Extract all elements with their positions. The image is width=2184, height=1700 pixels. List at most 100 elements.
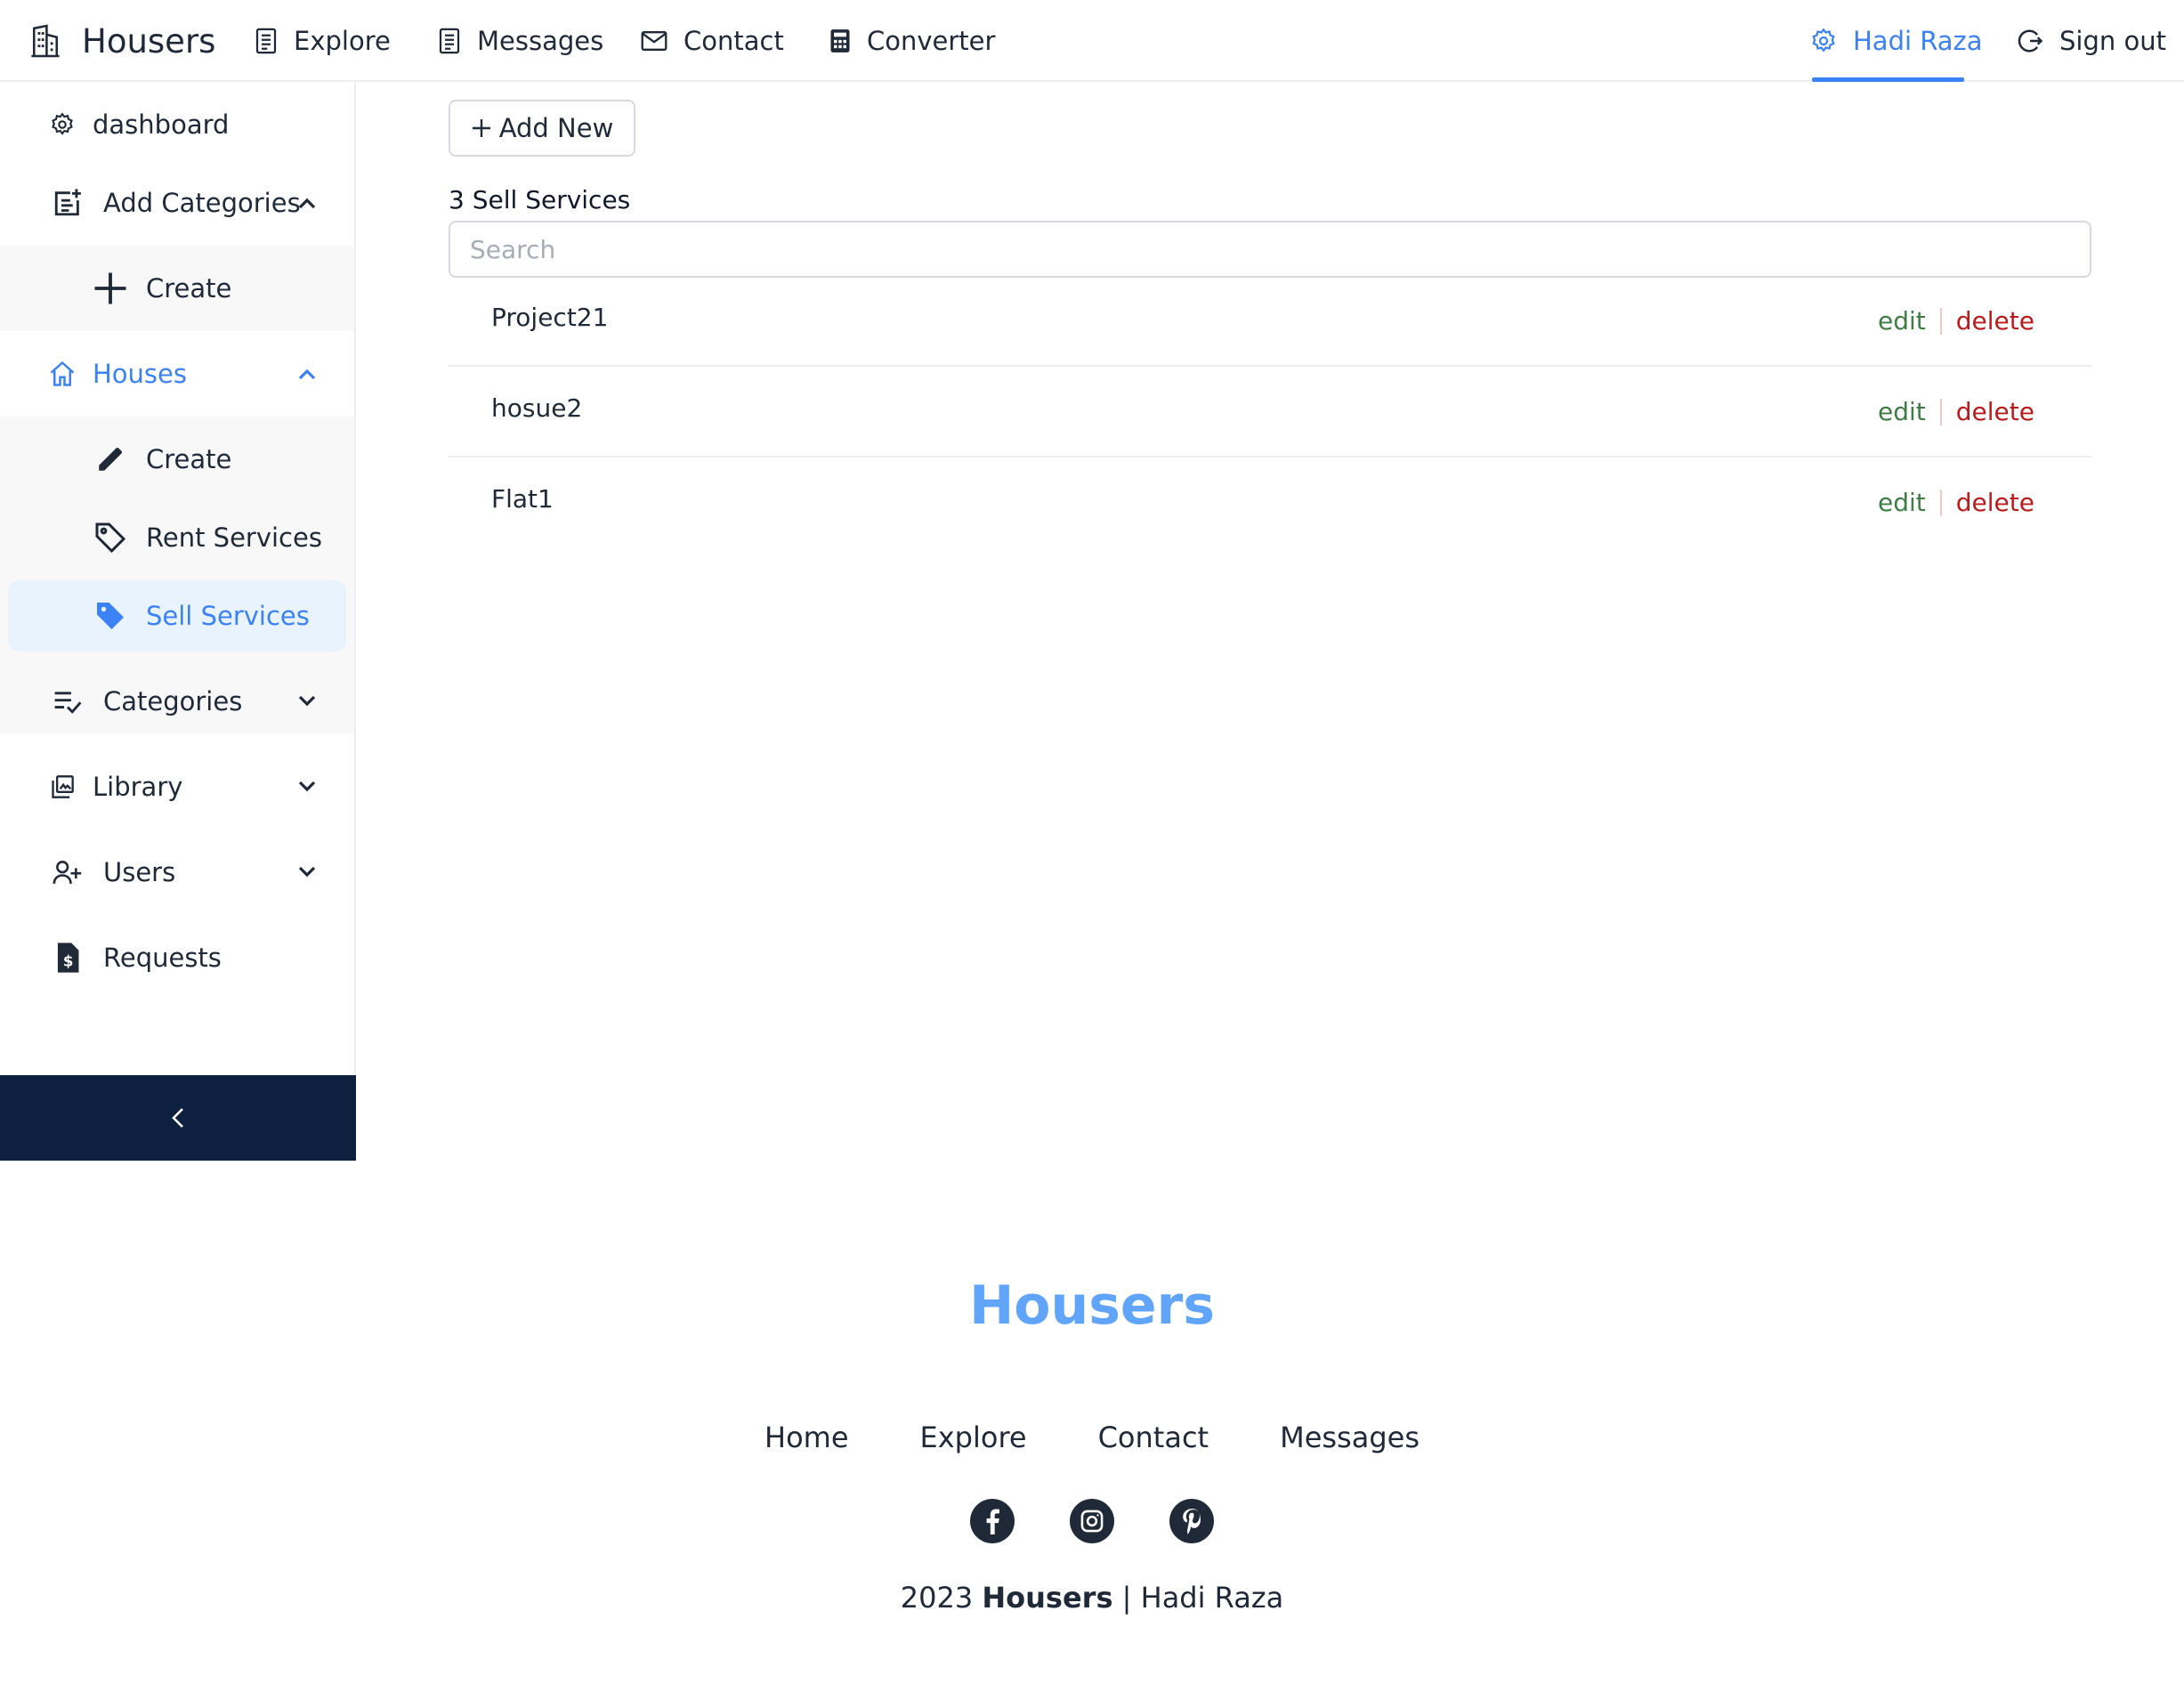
nav-label: Explore (294, 26, 391, 56)
search-input[interactable] (449, 221, 2091, 278)
tag-filled-icon (91, 596, 130, 635)
copyright-author: Hadi Raza (1140, 1581, 1284, 1615)
delete-link[interactable]: delete (1956, 488, 2034, 517)
item-count: 3 (449, 185, 465, 215)
building-icon (30, 24, 61, 58)
sidebar-item-rent-services[interactable]: Rent Services (0, 498, 354, 577)
sidebar-item-users[interactable]: Users (0, 833, 354, 911)
sidebar-item-label: Create (146, 444, 232, 474)
service-name: Flat1 (491, 484, 554, 514)
nav-user-profile[interactable]: Hadi Raza (1810, 16, 1983, 66)
action-divider (1939, 398, 1942, 425)
list-check-icon (48, 682, 87, 721)
copyright-brand: Housers (982, 1581, 1113, 1615)
nav-label: Converter (867, 26, 996, 56)
sidebar-item-sell-services[interactable]: Sell Services (0, 577, 354, 655)
brand-link[interactable]: Housers (30, 16, 215, 66)
svg-text:$: $ (63, 953, 74, 970)
plus-icon (471, 117, 492, 139)
sidebar-item-label: Users (103, 857, 176, 887)
sidebar-item-label: Requests (103, 943, 222, 973)
chevron-down-icon (294, 859, 320, 886)
facebook-icon[interactable] (970, 1499, 1015, 1543)
sidebar: dashboard Add Categories Create Houses C… (0, 82, 356, 1161)
sidebar-item-label: Houses (93, 359, 187, 389)
nav-converter[interactable]: Converter (829, 16, 995, 66)
edit-link[interactable]: edit (1878, 397, 1926, 426)
add-new-button[interactable]: Add New (449, 100, 635, 157)
invoice-icon: $ (48, 938, 87, 977)
nav-label: Hadi Raza (1853, 26, 1983, 56)
list-title-text: Sell Services (472, 185, 631, 215)
brand-name: Housers (82, 21, 216, 61)
footer-social (0, 1499, 2184, 1543)
list-item: hosue2 edit delete (449, 367, 2091, 457)
sidebar-item-label: Create (146, 273, 232, 304)
plus-icon (91, 269, 130, 308)
sign-out-button[interactable]: Sign out (2017, 16, 2166, 66)
nav-explore[interactable]: Explore (255, 16, 391, 66)
nav-label: Messages (477, 26, 604, 56)
nav-label: Sign out (2059, 26, 2166, 56)
add-note-icon (48, 183, 87, 223)
row-actions: edit delete (1878, 306, 2034, 336)
chevron-down-icon (294, 688, 320, 715)
list-item: Project21 edit delete (449, 276, 2091, 367)
service-name: hosue2 (491, 393, 583, 423)
copyright-separator: | (1121, 1581, 1132, 1615)
edit-link[interactable]: edit (1878, 488, 1926, 517)
home-icon (43, 354, 82, 393)
chevron-down-icon (294, 773, 320, 800)
delete-link[interactable]: delete (1956, 397, 2034, 426)
list-item: Flat1 edit delete (449, 457, 2091, 548)
logout-icon (2017, 28, 2043, 54)
row-actions: edit delete (1878, 488, 2034, 517)
sidebar-item-label: dashboard (93, 109, 230, 140)
nav-contact[interactable]: Contact (641, 16, 784, 66)
sidebar-item-label: Library (93, 772, 183, 802)
sidebar-item-dashboard[interactable]: dashboard (0, 85, 354, 164)
sidebar-item-label: Add Categories (103, 188, 301, 218)
mail-icon (641, 30, 667, 52)
active-nav-underline (1812, 77, 1964, 82)
user-add-icon (48, 853, 87, 892)
top-navbar: Housers Explore Messages Contact Convert… (0, 0, 2184, 82)
footer-link-home[interactable]: Home (764, 1421, 849, 1454)
nav-label: Contact (684, 26, 784, 56)
sidebar-item-houses[interactable]: Houses (0, 335, 354, 413)
sidebar-item-houses-create[interactable]: Create (0, 420, 354, 498)
action-divider (1939, 307, 1942, 335)
edit-link[interactable]: edit (1878, 306, 1926, 336)
sidebar-item-library[interactable]: Library (0, 748, 354, 826)
footer-link-messages[interactable]: Messages (1280, 1421, 1420, 1454)
pencil-icon (91, 440, 130, 479)
pinterest-icon[interactable] (1169, 1499, 1214, 1543)
chevron-up-icon (294, 360, 320, 387)
sidebar-item-requests[interactable]: $ Requests (0, 919, 354, 997)
add-new-label: Add New (498, 113, 614, 143)
gear-icon (43, 105, 82, 144)
sidebar-collapse-button[interactable] (0, 1075, 356, 1161)
delete-link[interactable]: delete (1956, 306, 2034, 336)
footer-link-contact[interactable]: Contact (1098, 1421, 1209, 1454)
footer-links: Home Explore Contact Messages (0, 1421, 2184, 1454)
sidebar-item-categories[interactable]: Categories (0, 662, 354, 741)
sidebar-item-label: Rent Services (146, 522, 322, 553)
sidebar-item-label: Sell Services (146, 601, 310, 631)
tag-icon (91, 518, 130, 557)
row-actions: edit delete (1878, 397, 2034, 426)
nav-messages[interactable]: Messages (438, 16, 603, 66)
sidebar-item-label: Categories (103, 686, 243, 716)
action-divider (1939, 489, 1942, 516)
library-icon (43, 767, 82, 806)
services-list: Project21 edit delete hosue2 edit delete… (449, 276, 2091, 548)
chevron-up-icon (294, 190, 320, 216)
instagram-icon[interactable] (1070, 1499, 1114, 1543)
list-doc-icon (438, 28, 461, 54)
copyright-year: 2023 (900, 1581, 974, 1615)
footer-link-explore[interactable]: Explore (920, 1421, 1027, 1454)
sidebar-item-add-categories-create[interactable]: Create (0, 249, 354, 328)
sidebar-item-add-categories[interactable]: Add Categories (0, 164, 354, 242)
calculator-icon (829, 28, 851, 53)
footer-copyright: 2023 Housers | Hadi Raza (0, 1581, 2184, 1615)
